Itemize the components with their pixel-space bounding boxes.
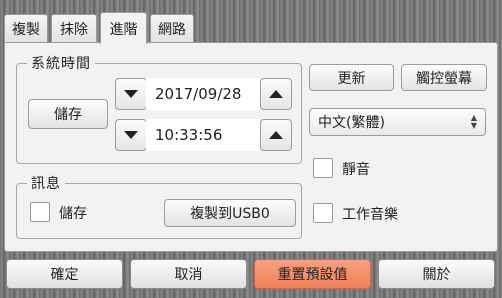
language-select[interactable]: 中文(繁體) ▲ ▼ [309, 108, 486, 136]
date-field[interactable]: 2017/09/28 [146, 78, 260, 110]
update-button[interactable]: 更新 [309, 64, 394, 91]
copy-to-usb-label: 複製到USB0 [190, 206, 270, 222]
cancel-button[interactable]: 取消 [130, 259, 247, 289]
tab-network-label: 網路 [158, 22, 186, 38]
time-increment-button[interactable] [260, 119, 292, 151]
work-music-checkbox[interactable] [313, 203, 333, 223]
chevron-up-icon [269, 131, 283, 139]
tab-advanced[interactable]: 進階 [100, 12, 147, 44]
date-increment-button[interactable] [260, 78, 292, 110]
message-save-checkbox[interactable] [30, 202, 50, 222]
tab-erase-label: 抹除 [60, 22, 88, 38]
advanced-panel: 系統時間 儲存 2017/09/28 10:33:56 訊息 儲存 複製到USB… [4, 42, 498, 252]
mute-checkbox[interactable] [313, 158, 333, 178]
chevron-up-icon [269, 90, 283, 98]
touch-screen-button[interactable]: 觸控螢幕 [401, 64, 487, 91]
message-group-label: 訊息 [27, 173, 65, 193]
reset-defaults-button[interactable]: 重置預設值 [254, 259, 371, 289]
tab-advanced-label: 進階 [109, 21, 138, 38]
chevron-down-icon [124, 90, 138, 98]
ok-label: 確定 [50, 267, 79, 283]
ok-button[interactable]: 確定 [6, 259, 123, 289]
reset-defaults-label: 重置預設值 [277, 267, 348, 283]
time-field[interactable]: 10:33:56 [146, 119, 260, 151]
mute-label: 靜音 [342, 162, 370, 178]
tab-copy[interactable]: 複製 [4, 14, 48, 43]
copy-to-usb-button[interactable]: 複製到USB0 [164, 199, 296, 227]
select-arrows-icon: ▲ ▼ [470, 113, 477, 130]
touch-screen-label: 觸控螢幕 [416, 70, 472, 87]
about-button[interactable]: 關於 [378, 259, 495, 289]
language-selected-value: 中文(繁體) [318, 115, 385, 131]
work-music-label: 工作音樂 [342, 207, 398, 223]
tab-erase[interactable]: 抹除 [51, 14, 97, 43]
date-decrement-button[interactable] [115, 78, 147, 110]
tab-copy-label: 複製 [12, 22, 40, 38]
chevron-down-icon [124, 131, 138, 139]
system-time-save-button[interactable]: 儲存 [28, 99, 108, 129]
cancel-label: 取消 [174, 267, 203, 283]
system-time-group-label: 系統時間 [27, 53, 95, 73]
about-label: 關於 [422, 267, 451, 283]
date-value: 2017/09/28 [155, 85, 242, 103]
time-value: 10:33:56 [155, 126, 223, 144]
update-label: 更新 [337, 70, 366, 87]
system-time-save-label: 儲存 [54, 107, 82, 123]
message-save-label: 儲存 [59, 206, 87, 222]
tab-network[interactable]: 網路 [150, 14, 194, 43]
time-decrement-button[interactable] [115, 119, 147, 151]
